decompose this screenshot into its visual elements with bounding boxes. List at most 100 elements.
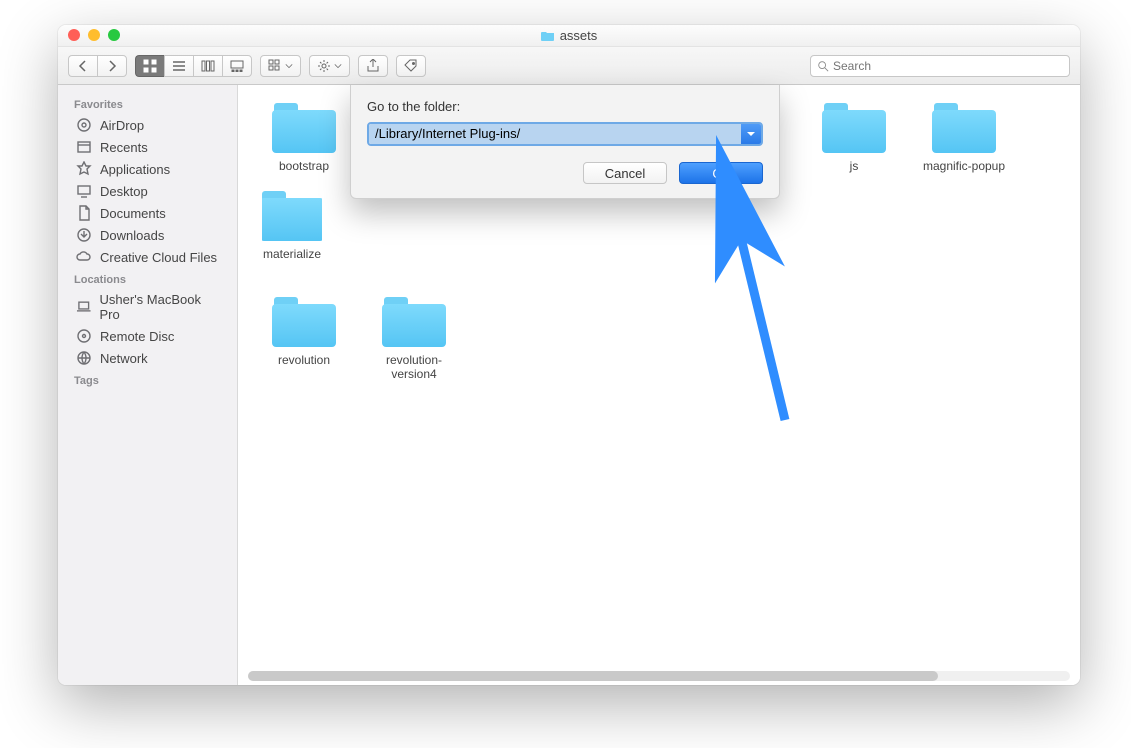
folder-label: bootstrap [279,159,329,173]
go-button[interactable]: Go [679,162,763,184]
close-window-button[interactable] [68,29,80,41]
folder-path-combobox[interactable] [367,122,763,146]
cloud-icon [76,249,92,265]
arrange-button[interactable] [260,55,301,77]
sidebar-item-label: Applications [100,162,170,177]
folder-item[interactable]: materialize [262,191,322,261]
window-title-text: assets [560,28,598,43]
chevron-down-icon [334,59,342,73]
folder-label: js [850,159,859,173]
folder-item[interactable]: js [812,103,896,173]
forward-button[interactable] [97,55,127,77]
titlebar: assets [58,25,1080,47]
sidebar-item-remote-disc[interactable]: Remote Disc [58,325,237,347]
tag-icon [404,59,418,73]
sidebar-item-label: Creative Cloud Files [100,250,217,265]
sidebar-item-desktop[interactable]: Desktop [58,180,237,202]
laptop-icon [76,299,92,315]
view-mode-buttons [135,55,252,77]
sidebar-item-recents[interactable]: Recents [58,136,237,158]
downloads-icon [76,227,92,243]
sidebar-item-label: Remote Disc [100,329,174,344]
folder-item[interactable]: magnific-popup [922,103,1006,173]
action-group [309,55,350,77]
sidebar-item-documents[interactable]: Documents [58,202,237,224]
chevron-right-icon [105,59,119,73]
airdrop-icon [76,117,92,133]
folder-label: revolution-version4 [372,353,456,381]
folder-label: revolution [278,353,330,367]
nav-buttons [68,55,127,77]
dialog-label: Go to the folder: [367,99,763,114]
sidebar-item-label: Downloads [100,228,164,243]
button-label: Go [712,166,729,181]
folder-label: magnific-popup [923,159,1005,173]
gallery-icon [230,59,244,73]
go-to-folder-dialog: Go to the folder: Cancel Go [350,85,780,199]
button-label: Cancel [605,166,645,181]
folder-item[interactable]: revolution-version4 [372,297,456,381]
chevron-down-icon [285,59,293,73]
combobox-dropdown-button[interactable] [741,124,761,144]
applications-icon [76,161,92,177]
folder-item[interactable]: bootstrap [262,103,346,173]
list-view-button[interactable] [164,55,193,77]
sidebar-item-macbook[interactable]: Usher's MacBook Pro [58,289,237,325]
dialog-buttons: Cancel Go [367,162,763,184]
icon-view-button[interactable] [135,55,164,77]
sidebar-section-header: Locations [58,268,237,289]
folder-icon [382,297,446,347]
documents-icon [76,205,92,221]
sidebar-item-airdrop[interactable]: AirDrop [58,114,237,136]
folder-icon [272,103,336,153]
tags-button[interactable] [396,55,426,77]
list-icon [172,59,186,73]
sidebar-item-label: Desktop [100,184,148,199]
recents-icon [76,139,92,155]
action-button[interactable] [309,55,350,77]
sidebar-section-header: Favorites [58,93,237,114]
folder-label: materialize [263,247,321,261]
scrollbar-thumb[interactable] [248,671,938,681]
window-title: assets [541,28,598,43]
chevron-left-icon [76,59,90,73]
maximize-window-button[interactable] [108,29,120,41]
sidebar-item-label: Network [100,351,148,366]
column-view-button[interactable] [193,55,222,77]
disc-icon [76,328,92,344]
folder-icon [822,103,886,153]
arrange-group [260,55,301,77]
search-icon [817,60,829,72]
sidebar-item-applications[interactable]: Applications [58,158,237,180]
cancel-button[interactable]: Cancel [583,162,667,184]
sidebar-section-header: Tags [58,369,237,390]
gear-icon [317,59,331,73]
share-button[interactable] [358,55,388,77]
sidebar-item-network[interactable]: Network [58,347,237,369]
horizontal-scrollbar[interactable] [248,671,1070,681]
columns-icon [201,59,215,73]
sidebar-item-label: Usher's MacBook Pro [100,292,221,322]
sidebar-item-label: Documents [100,206,166,221]
folder-icon [541,30,555,41]
sidebar-item-downloads[interactable]: Downloads [58,224,237,246]
toolbar [58,47,1080,85]
folder-icon [262,191,322,241]
desktop-icon [76,183,92,199]
search-field[interactable] [810,55,1070,77]
folder-item[interactable]: revolution [262,297,346,381]
share-icon [366,59,380,73]
back-button[interactable] [68,55,97,77]
sidebar-item-creative-cloud[interactable]: Creative Cloud Files [58,246,237,268]
sidebar-item-label: Recents [100,140,148,155]
folder-path-input[interactable] [369,124,741,144]
folder-icon [272,297,336,347]
grid-icon [143,59,157,73]
minimize-window-button[interactable] [88,29,100,41]
sidebar: Favorites AirDrop Recents Applications D… [58,85,238,685]
chevron-down-icon [746,129,756,139]
window-controls [68,29,120,41]
search-input[interactable] [833,59,1063,73]
network-icon [76,350,92,366]
gallery-view-button[interactable] [222,55,252,77]
